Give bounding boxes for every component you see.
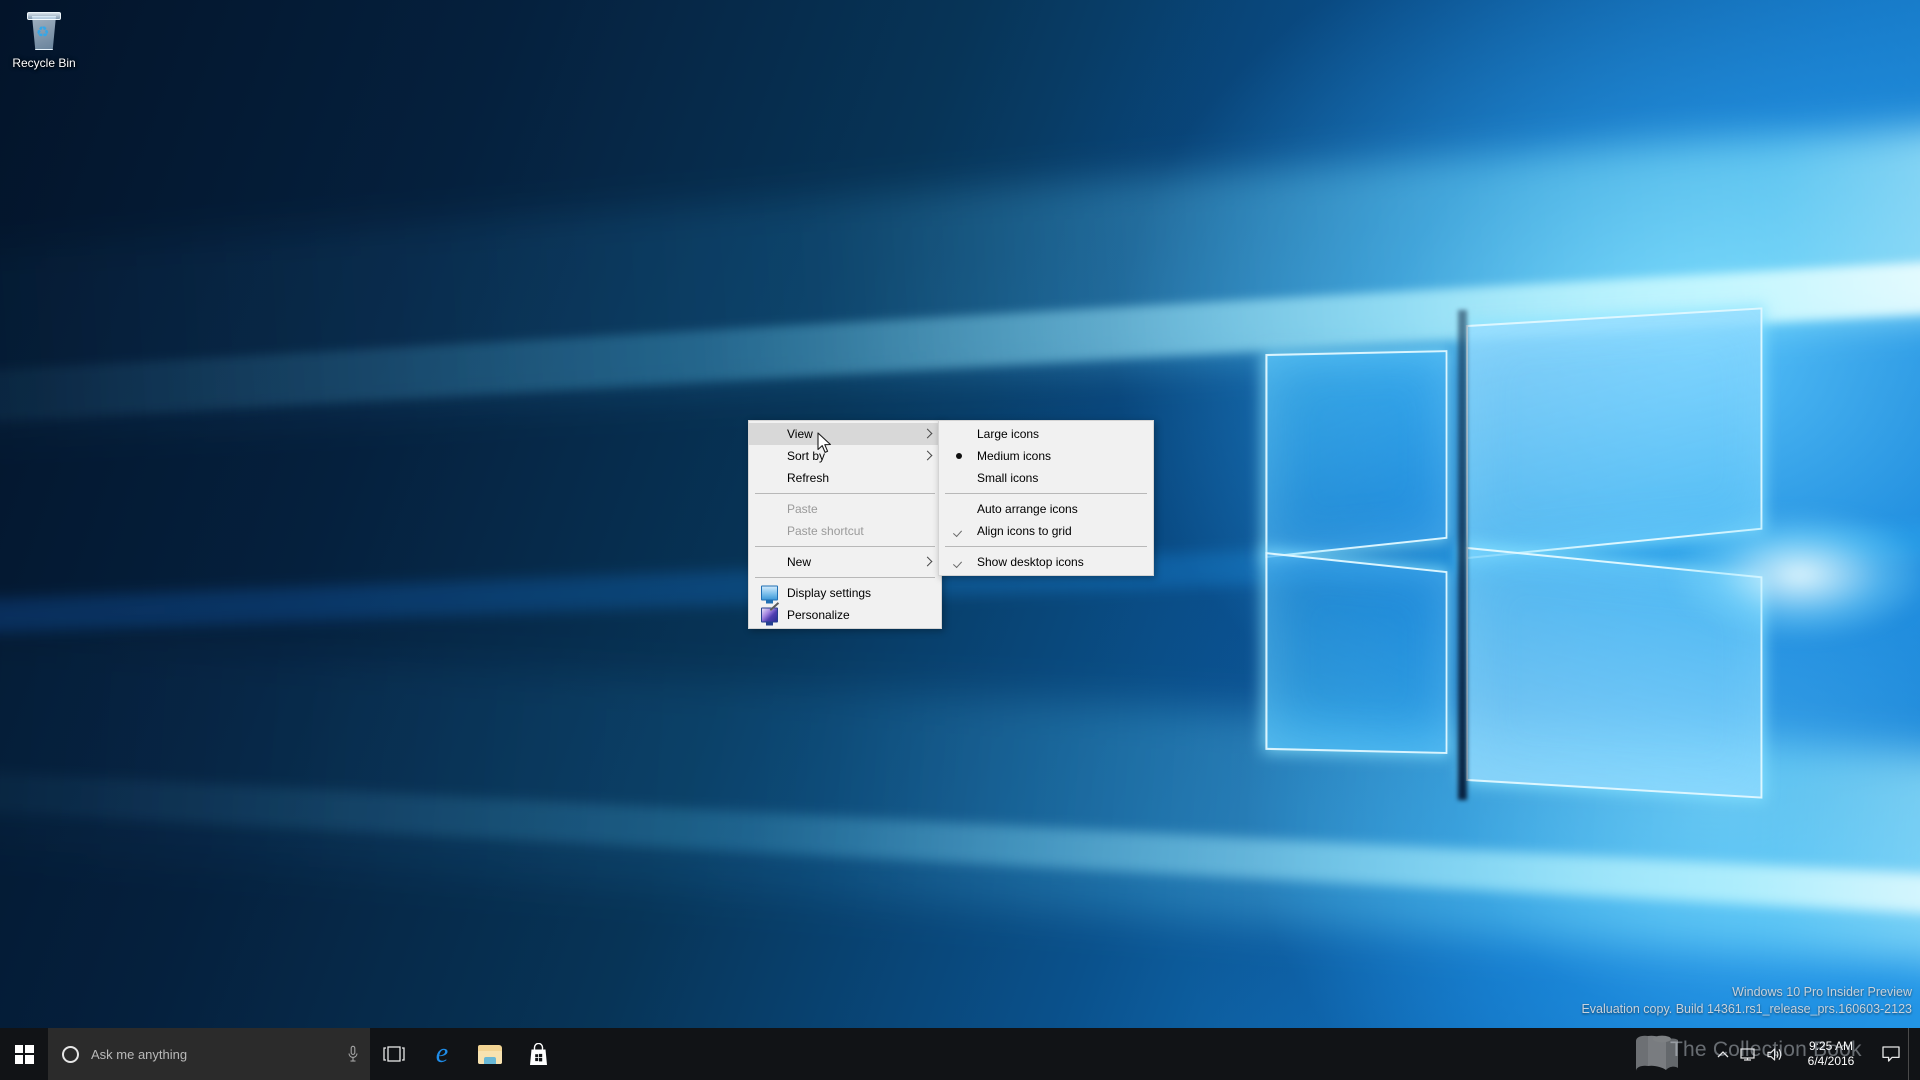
taskbar-button-edge[interactable]: e	[418, 1028, 466, 1080]
submenu-item-label: Align icons to grid	[977, 524, 1072, 538]
submenu-item-show-desktop-icons[interactable]: Show desktop icons	[939, 551, 1153, 573]
taskbar[interactable]: Ask me anything e 9:25 AM 6/4/2016	[0, 1028, 1920, 1080]
action-center-button[interactable]	[1874, 1028, 1908, 1080]
desktop[interactable]: ♻ Recycle Bin View Sort by Refresh Paste…	[0, 0, 1920, 1080]
view-submenu[interactable]: Large icons Medium icons Small icons Aut…	[938, 420, 1154, 576]
hero-center-glow	[1670, 510, 1920, 640]
tray-show-hidden-icons-button[interactable]	[1710, 1028, 1736, 1080]
desktop-context-menu[interactable]: View Sort by Refresh Paste Paste shortcu…	[748, 420, 942, 629]
store-bag-icon	[529, 1042, 547, 1065]
context-menu-item-paste: Paste	[749, 498, 941, 520]
context-menu-item-label: New	[787, 555, 812, 569]
desktop-icon-label: Recycle Bin	[12, 56, 76, 70]
context-menu-separator	[755, 577, 935, 578]
hero-pane-bottom-left	[1265, 552, 1448, 754]
submenu-item-label: Small icons	[977, 471, 1039, 485]
clock-date: 6/4/2016	[1807, 1054, 1855, 1068]
context-menu-separator	[755, 493, 935, 494]
windows-hero-logo	[1230, 307, 1920, 800]
chevron-up-icon	[1717, 1050, 1729, 1057]
submenu-item-small-icons[interactable]: Small icons	[939, 467, 1153, 489]
submenu-item-large-icons[interactable]: Large icons	[939, 423, 1153, 445]
cortana-circle-icon	[62, 1045, 79, 1063]
taskbar-button-file-explorer[interactable]	[466, 1028, 514, 1080]
folder-icon	[478, 1044, 502, 1064]
display-monitor-icon	[761, 585, 778, 604]
submenu-separator	[945, 493, 1147, 494]
notification-icon	[1882, 1045, 1900, 1062]
context-menu-item-label: Refresh	[787, 471, 830, 485]
submenu-separator	[945, 546, 1147, 547]
taskbar-clock[interactable]: 9:25 AM 6/4/2016	[1788, 1028, 1874, 1080]
speaker-icon	[1767, 1047, 1782, 1061]
hero-pane-top-left	[1265, 350, 1448, 559]
search-placeholder-text: Ask me anything	[91, 1046, 188, 1062]
context-menu-item-new[interactable]: New	[749, 551, 941, 573]
context-menu-item-label: Sort by	[787, 449, 826, 463]
context-menu-item-personalize[interactable]: Personalize	[749, 602, 941, 626]
tray-network-button[interactable]	[1736, 1028, 1762, 1080]
desktop-icon-recycle-bin[interactable]: ♻ Recycle Bin	[6, 6, 82, 88]
taskbar-button-task-view[interactable]	[370, 1028, 418, 1080]
context-menu-item-label: Paste shortcut	[787, 524, 864, 538]
personalize-monitor-icon	[761, 602, 780, 626]
context-menu-item-sort-by[interactable]: Sort by	[749, 445, 941, 467]
submenu-item-label: Auto arrange icons	[977, 502, 1078, 516]
submenu-item-auto-arrange-icons[interactable]: Auto arrange icons	[939, 498, 1153, 520]
context-menu-item-refresh[interactable]: Refresh	[749, 467, 941, 489]
context-menu-item-label: Personalize	[787, 608, 850, 622]
windows-logo-icon	[14, 1044, 34, 1064]
search-input[interactable]: Ask me anything	[48, 1028, 370, 1080]
hero-seam	[1458, 310, 1467, 800]
context-menu-item-view[interactable]: View	[749, 423, 941, 445]
microphone-icon[interactable]	[346, 1045, 360, 1063]
radio-selected-icon	[956, 453, 962, 459]
submenu-item-label: Medium icons	[977, 449, 1052, 463]
recycle-bin-icon: ♻	[24, 10, 64, 52]
checkmark-icon	[954, 557, 965, 568]
submenu-item-label: Show desktop icons	[977, 555, 1084, 569]
tray-volume-button[interactable]	[1762, 1028, 1788, 1080]
checkmark-icon	[954, 526, 965, 537]
edge-icon: e	[435, 1038, 449, 1069]
chevron-right-icon	[924, 452, 932, 460]
context-menu-item-paste-shortcut: Paste shortcut	[749, 520, 941, 542]
taskbar-button-microsoft-store[interactable]	[514, 1028, 562, 1080]
show-desktop-button[interactable]	[1908, 1028, 1916, 1080]
context-menu-item-label: Paste	[787, 502, 818, 516]
clock-time: 9:25 AM	[1808, 1039, 1854, 1053]
system-tray[interactable]: 9:25 AM 6/4/2016	[1710, 1028, 1920, 1080]
start-button[interactable]	[0, 1028, 48, 1080]
submenu-item-medium-icons[interactable]: Medium icons	[939, 445, 1153, 467]
submenu-item-align-icons-to-grid[interactable]: Align icons to grid	[939, 520, 1153, 542]
context-menu-separator	[755, 546, 935, 547]
task-view-icon	[383, 1046, 405, 1062]
chevron-right-icon	[924, 558, 932, 566]
network-monitor-icon	[1740, 1047, 1755, 1061]
chevron-right-icon	[924, 430, 932, 438]
context-menu-item-display-settings[interactable]: Display settings	[749, 582, 941, 604]
context-menu-item-label: View	[787, 427, 813, 441]
submenu-item-label: Large icons	[977, 427, 1040, 441]
context-menu-item-label: Display settings	[787, 586, 872, 600]
